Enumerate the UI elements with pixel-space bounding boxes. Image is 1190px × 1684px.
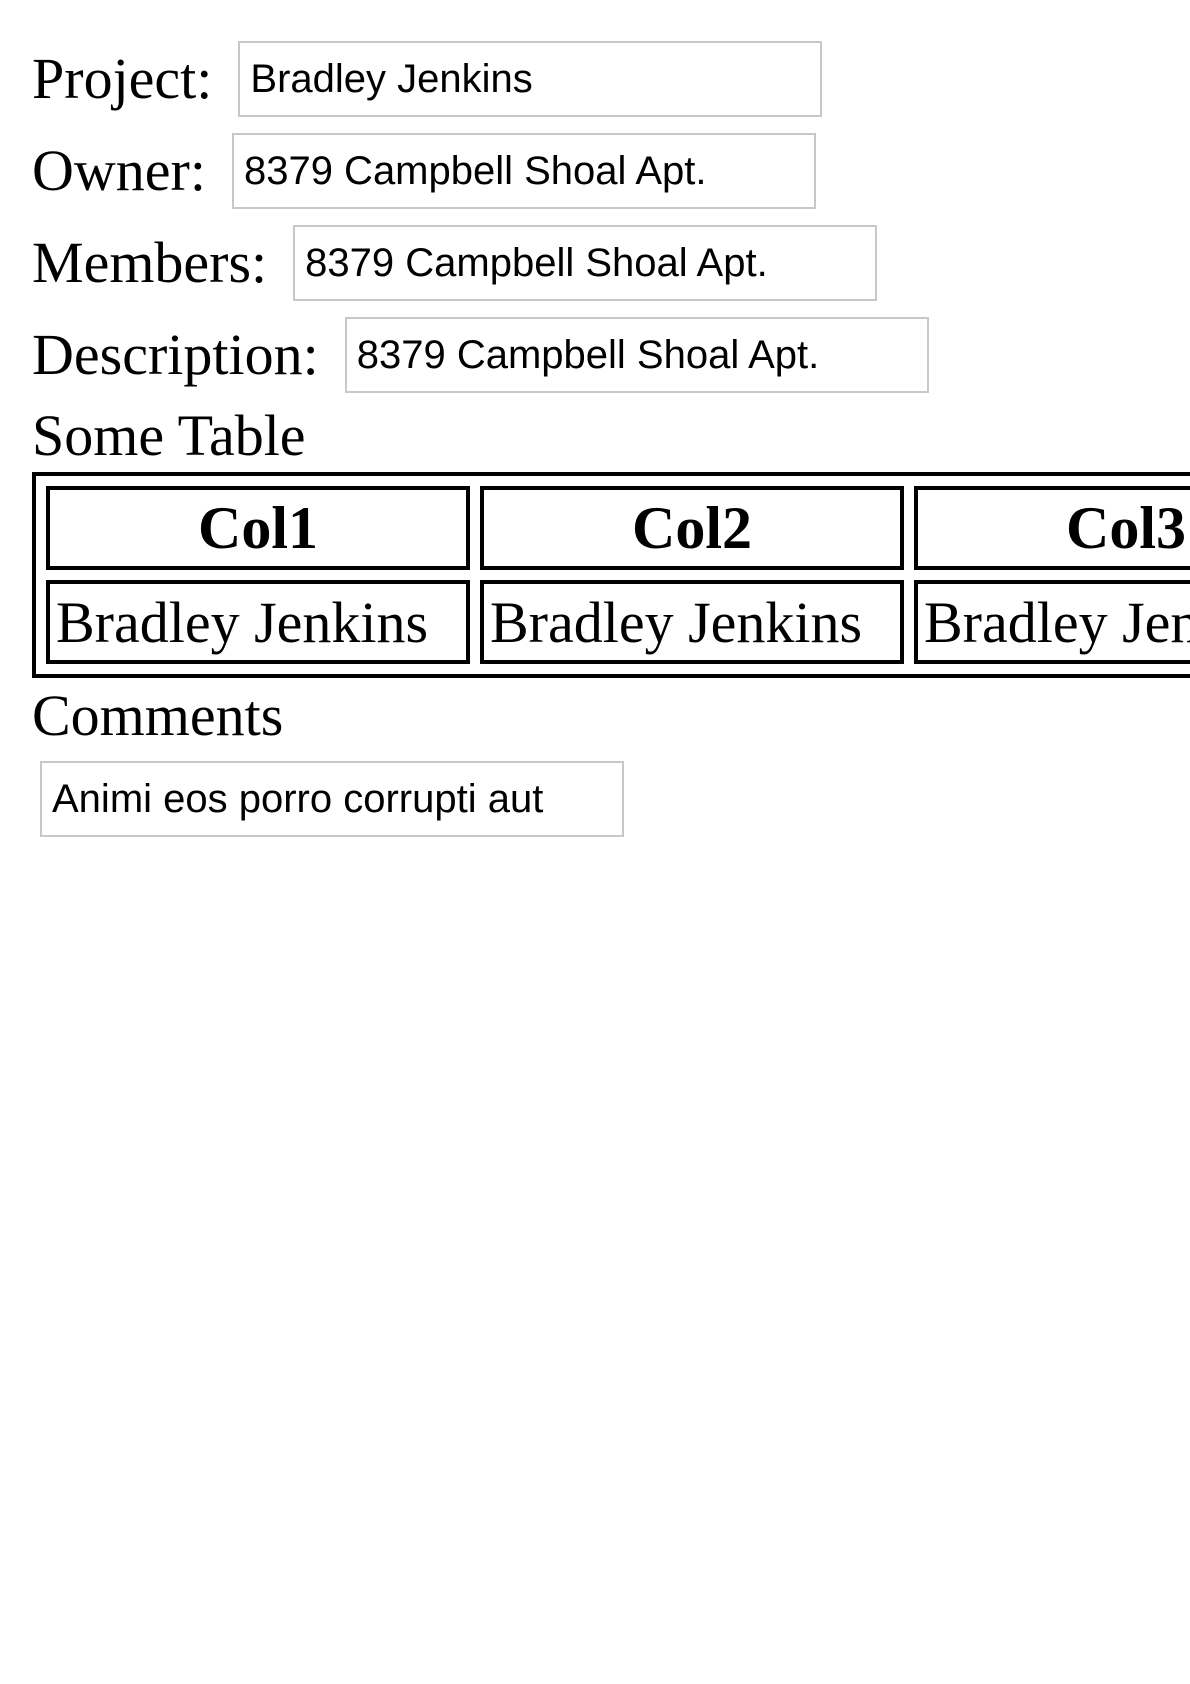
column-header-col1: Col1 xyxy=(46,486,470,570)
table-heading: Some Table xyxy=(32,403,306,468)
column-header-col3: Col3 xyxy=(914,486,1190,570)
members-input[interactable] xyxy=(293,225,878,301)
table-row: Bradley Jenkins Bradley Jenkins Bradley … xyxy=(46,580,1190,664)
data-table: Col1 Col2 Col3 Bradley Jenkins Bradley J… xyxy=(32,472,1190,678)
column-header-col2: Col2 xyxy=(480,486,904,570)
table-cell: Bradley Jenkins xyxy=(914,580,1190,664)
comments-heading: Comments xyxy=(32,683,284,748)
comments-input[interactable] xyxy=(40,761,624,837)
table-cell: Bradley Jenkins xyxy=(46,580,470,664)
description-input[interactable] xyxy=(344,317,929,393)
owner-row: Owner: xyxy=(32,133,816,209)
project-label: Project: xyxy=(32,46,213,111)
table-cell: Bradley Jenkins xyxy=(480,580,904,664)
table-header-row: Col1 Col2 Col3 xyxy=(46,486,1190,570)
owner-label: Owner: xyxy=(32,138,206,203)
description-label: Description: xyxy=(32,322,319,387)
table-container: Col1 Col2 Col3 Bradley Jenkins Bradley J… xyxy=(32,472,1190,678)
members-label: Members: xyxy=(32,230,268,295)
owner-input[interactable] xyxy=(231,133,816,209)
description-row: Description: xyxy=(32,317,929,393)
members-row: Members: xyxy=(32,225,878,301)
project-input[interactable] xyxy=(238,41,823,117)
project-row: Project: xyxy=(32,41,823,117)
